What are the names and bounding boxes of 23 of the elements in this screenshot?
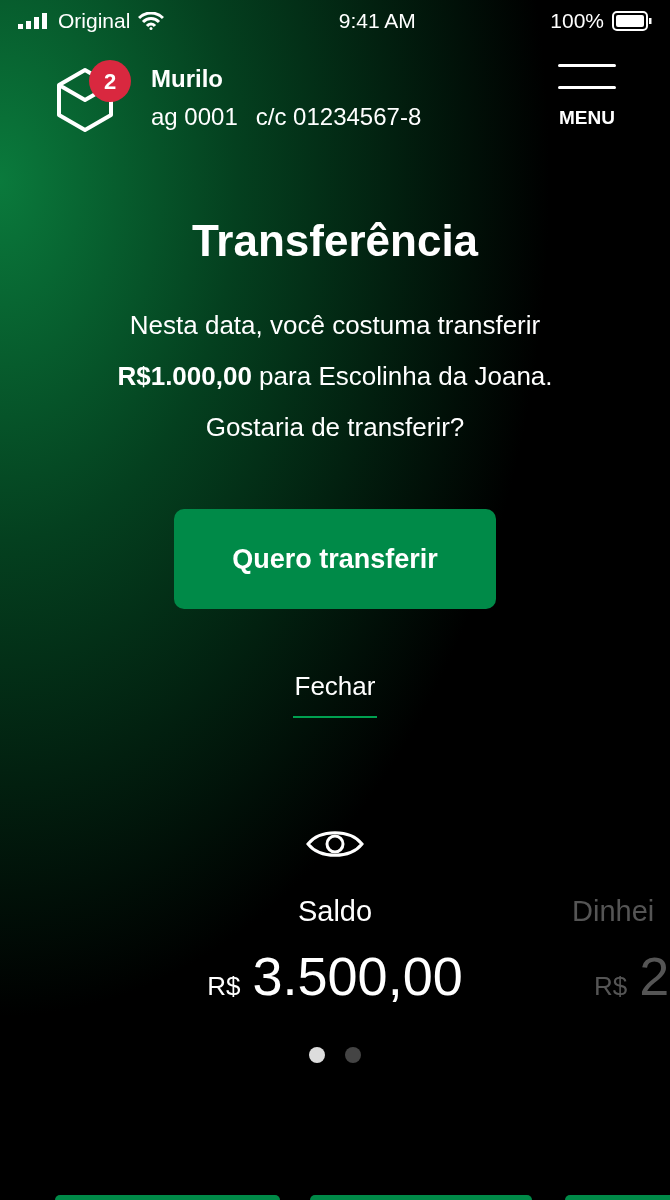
account-number: c/c 01234567-8 — [255, 102, 422, 132]
balance-amount: 2 — [639, 944, 670, 1008]
eye-icon[interactable] — [306, 828, 364, 860]
signal-icon — [18, 13, 50, 29]
carrier-name: Original — [58, 8, 131, 35]
close-link[interactable]: Fechar — [292, 667, 378, 718]
balance-label: Saldo — [297, 894, 373, 929]
user-name: Murilo — [151, 64, 224, 94]
menu-button[interactable]: MENU — [558, 63, 616, 133]
menu-icon — [558, 63, 616, 90]
balance-label: Dinhei — [572, 894, 655, 929]
notification-badge: 2 — [89, 60, 131, 102]
balance-amount: 3.500,00 — [252, 944, 463, 1008]
transfer-button[interactable]: Quero transferir — [174, 509, 496, 609]
battery-icon — [612, 11, 652, 31]
currency-symbol: R$ — [207, 969, 241, 1003]
suggestion-message: Nesta data, você costuma transferir R$1.000,00 para Escolinha da Joana. Gostaria de transferir? — [116, 309, 554, 444]
clock: 9:41 AM — [338, 8, 416, 35]
agency-number: ag 0001 — [151, 102, 238, 132]
page-title: Transferência — [190, 215, 480, 267]
battery-percent: 100% — [550, 8, 604, 35]
currency-symbol: R$ — [594, 969, 628, 1003]
wifi-icon — [138, 12, 165, 30]
